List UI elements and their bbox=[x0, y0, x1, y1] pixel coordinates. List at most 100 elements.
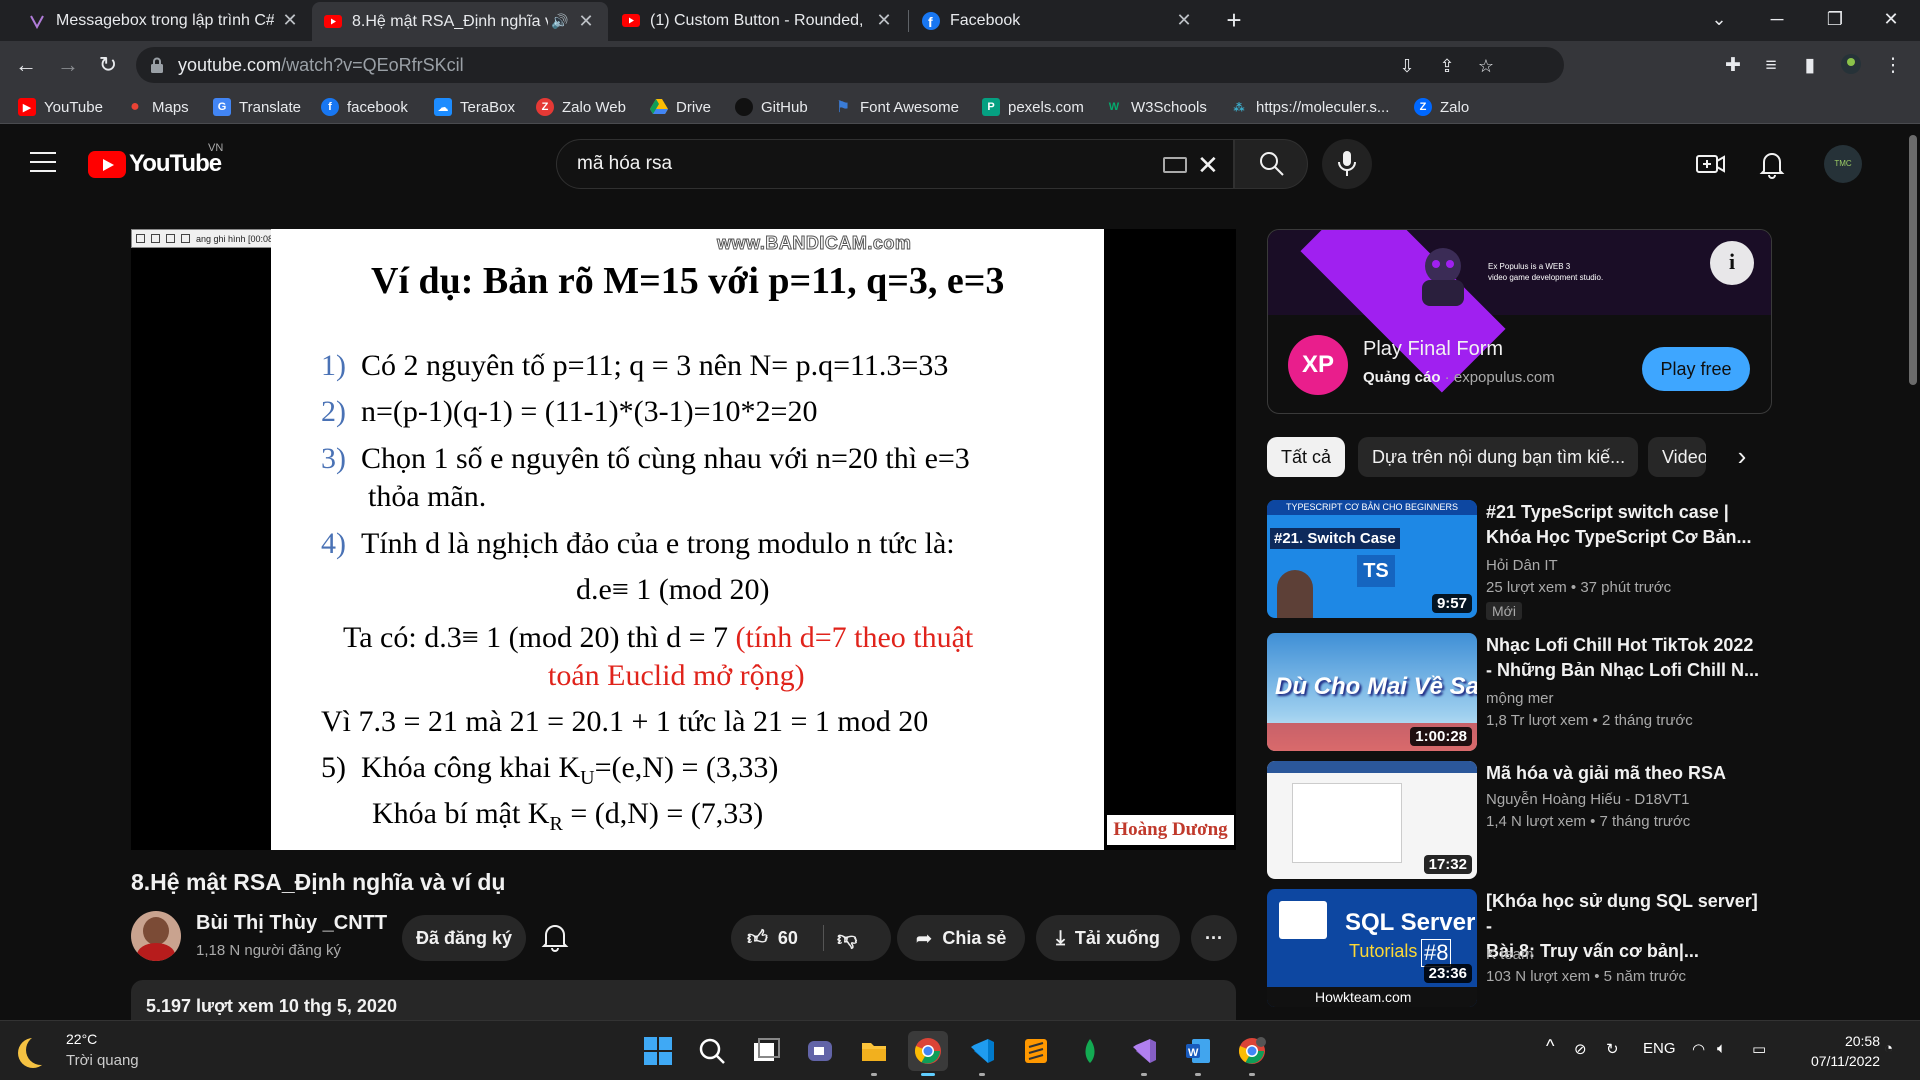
start-icon[interactable] bbox=[638, 1031, 678, 1071]
install-icon[interactable]: ⇩ bbox=[1397, 56, 1417, 76]
channel-bell-icon[interactable] bbox=[540, 920, 570, 954]
sublime-text-icon[interactable] bbox=[1016, 1031, 1056, 1071]
channel-name[interactable]: mộng mer bbox=[1486, 690, 1554, 707]
extensions-icon[interactable]: ✚ bbox=[1720, 53, 1746, 79]
share-button[interactable]: ➦ Chia sẻ bbox=[897, 915, 1025, 961]
minimize-button[interactable]: ─ bbox=[1748, 0, 1806, 41]
bookmark-github[interactable]: GitHub bbox=[735, 96, 808, 118]
chevron-right-icon[interactable]: › bbox=[1725, 440, 1759, 474]
volume-icon[interactable]: 🔈︎ bbox=[1717, 1040, 1726, 1057]
bookmark-terabox[interactable]: ☁ TeraBox bbox=[434, 96, 515, 118]
tab-messagebox[interactable]: Messagebox trong lập trình C# V ✕ bbox=[16, 0, 312, 41]
ad-logo[interactable]: XP bbox=[1288, 335, 1348, 395]
ad-banner[interactable]: Ex Populus is a WEB 3 video game developm… bbox=[1268, 230, 1771, 393]
tray-app-icon[interactable]: ⊘ bbox=[1574, 1040, 1587, 1058]
mongodb-compass-icon[interactable] bbox=[1070, 1031, 1110, 1071]
new-tab-button[interactable]: + bbox=[1219, 6, 1249, 36]
more-actions-button[interactable]: ··· bbox=[1191, 915, 1237, 961]
tab-search-icon[interactable]: ⌄ bbox=[1690, 0, 1748, 41]
search-input[interactable]: mã hóa rsa ✕ bbox=[556, 139, 1234, 189]
keyboard-icon[interactable] bbox=[1163, 157, 1187, 173]
create-video-icon[interactable] bbox=[1694, 147, 1728, 181]
search-button[interactable] bbox=[1234, 139, 1308, 189]
language-indicator[interactable]: ENG bbox=[1643, 1040, 1676, 1057]
scrollbar-thumb[interactable] bbox=[1909, 135, 1917, 385]
task-view-icon[interactable] bbox=[746, 1031, 786, 1071]
lock-icon[interactable] bbox=[150, 57, 164, 73]
notifications-bell-icon[interactable] bbox=[1755, 147, 1789, 181]
ad-info-icon[interactable]: i bbox=[1710, 241, 1754, 285]
video-title[interactable]: Mã hóa và giải mã theo RSA bbox=[1486, 761, 1766, 786]
close-icon[interactable]: ✕ bbox=[874, 10, 894, 31]
subscribed-button[interactable]: Đã đăng ký bbox=[402, 915, 526, 961]
voice-search-button[interactable] bbox=[1322, 139, 1372, 189]
tab-custom-button[interactable]: (1) Custom Button - Rounded, Pi ✕ bbox=[610, 0, 906, 41]
bookmark-font-awesome[interactable]: ⚑ Font Awesome bbox=[834, 96, 959, 118]
bookmark-zalo[interactable]: Z Zalo bbox=[1414, 96, 1469, 118]
profile-icon[interactable] bbox=[1838, 53, 1864, 79]
tab-facebook[interactable]: f Facebook ✕ bbox=[910, 0, 1206, 41]
video-title[interactable]: #21 TypeScript switch case | Khóa Học Typ… bbox=[1486, 500, 1766, 550]
bookmark-star-icon[interactable]: ☆ bbox=[1476, 56, 1496, 76]
weather-temperature[interactable]: 22°C bbox=[66, 1031, 97, 1047]
battery-icon[interactable]: ▭ bbox=[1752, 1040, 1766, 1058]
video-thumbnail[interactable]: SQL Server Tutorials #8 Howkteam.com 23:… bbox=[1267, 889, 1477, 1007]
url-bar[interactable]: youtube.com/watch?v=QEoRfrSKcil ⇩ ⇪ ☆ bbox=[136, 47, 1564, 83]
bookmark-facebook[interactable]: f facebook bbox=[321, 96, 408, 118]
notification-icon[interactable]: ◔ bbox=[1884, 1040, 1893, 1057]
close-icon[interactable]: ✕ bbox=[576, 11, 596, 32]
channel-name[interactable]: Bùi Thị Thùy _CNTT bbox=[196, 912, 387, 935]
ad-title[interactable]: Play Final Form bbox=[1363, 338, 1503, 361]
bookmark-zalo-web[interactable]: Z Zalo Web bbox=[536, 96, 626, 118]
teams-chat-icon[interactable] bbox=[800, 1031, 840, 1071]
bookmark-maps[interactable]: ● Maps bbox=[126, 96, 189, 118]
recommendation-item[interactable]: SQL Server Tutorials #8 Howkteam.com 23:… bbox=[1267, 889, 1772, 1007]
channel-avatar[interactable] bbox=[131, 911, 181, 961]
bookmark-pexels[interactable]: Ppexels.com bbox=[982, 96, 1084, 118]
moon-weather-icon[interactable] bbox=[26, 1035, 56, 1065]
dislike-icon[interactable]: 👎︎ bbox=[837, 927, 857, 951]
recommendation-item[interactable]: 17:32 Mã hóa và giải mã theo RSA Nguyễn … bbox=[1267, 761, 1772, 879]
video-thumbnail[interactable]: 17:32 bbox=[1267, 761, 1477, 879]
word-icon[interactable]: W bbox=[1178, 1031, 1218, 1076]
show-hidden-icons-chevron[interactable]: ^ bbox=[1546, 1036, 1554, 1057]
recommendation-item[interactable]: TYPESCRIPT CƠ BẢN CHO BEGINNERS #21. Swi… bbox=[1267, 500, 1772, 620]
youtube-logo[interactable]: YouTube VN bbox=[88, 142, 223, 178]
download-button[interactable]: ⤓ Tải xuống bbox=[1036, 915, 1180, 961]
search-icon[interactable] bbox=[692, 1031, 732, 1071]
channel-name[interactable]: Hỏi Dân IT bbox=[1486, 557, 1558, 574]
ad-play-free-button[interactable]: Play free bbox=[1642, 347, 1750, 391]
chip-all[interactable]: Tất cả bbox=[1267, 437, 1346, 477]
like-icon[interactable]: 👍︎ bbox=[747, 926, 768, 950]
ad-card[interactable]: Ex Populus is a WEB 3 video game developm… bbox=[1267, 229, 1772, 414]
close-window-button[interactable]: ✕ bbox=[1862, 0, 1920, 41]
chrome-icon[interactable] bbox=[908, 1031, 948, 1076]
vscode-icon[interactable] bbox=[962, 1031, 1002, 1076]
hamburger-menu-icon[interactable] bbox=[30, 152, 56, 174]
chrome-profile-icon[interactable] bbox=[1232, 1031, 1272, 1076]
media-control-icon[interactable]: ≡ bbox=[1758, 53, 1784, 79]
bookmark-drive[interactable]: Drive bbox=[650, 96, 711, 118]
reload-icon[interactable]: ↻ bbox=[92, 49, 124, 81]
close-icon[interactable]: ✕ bbox=[280, 10, 300, 31]
bookmark-youtube[interactable]: ▶ YouTube bbox=[18, 96, 103, 118]
account-avatar[interactable]: TMC bbox=[1824, 145, 1862, 183]
channel-name[interactable]: Nguyễn Hoàng Hiếu - D18VT1 bbox=[1486, 791, 1689, 808]
forward-icon[interactable]: → bbox=[52, 49, 84, 81]
tray-sync-icon[interactable]: ↻ bbox=[1606, 1040, 1619, 1058]
video-title[interactable]: Nhạc Lofi Chill Hot TikTok 2022 - Những B… bbox=[1486, 633, 1766, 683]
restore-button[interactable]: ❐ bbox=[1806, 0, 1864, 41]
close-icon[interactable]: ✕ bbox=[1174, 10, 1194, 31]
wifi-icon[interactable]: ◠ bbox=[1692, 1040, 1705, 1058]
video-player[interactable]: ang ghi hình [00:08:2 ❚❚ ■ ◙ ✎ ✕ www.BAN… bbox=[131, 229, 1236, 850]
video-thumbnail[interactable]: Dù Cho Mai Về Sau 1:00:28 bbox=[1267, 633, 1477, 751]
bookmark-w3schools[interactable]: W W3Schools bbox=[1105, 96, 1207, 118]
clear-search-icon[interactable]: ✕ bbox=[1197, 150, 1219, 181]
speaker-icon[interactable]: 🔊 bbox=[550, 13, 570, 30]
visual-studio-icon[interactable] bbox=[1124, 1031, 1164, 1076]
share-icon[interactable]: ⇪ bbox=[1437, 56, 1457, 76]
file-explorer-icon[interactable] bbox=[854, 1031, 894, 1076]
video-thumbnail[interactable]: TYPESCRIPT CƠ BẢN CHO BEGINNERS #21. Swi… bbox=[1267, 500, 1477, 618]
recommendation-item[interactable]: Dù Cho Mai Về Sau 1:00:28 Nhạc Lofi Chil… bbox=[1267, 633, 1772, 751]
side-panel-icon[interactable]: ▮ bbox=[1797, 53, 1823, 79]
